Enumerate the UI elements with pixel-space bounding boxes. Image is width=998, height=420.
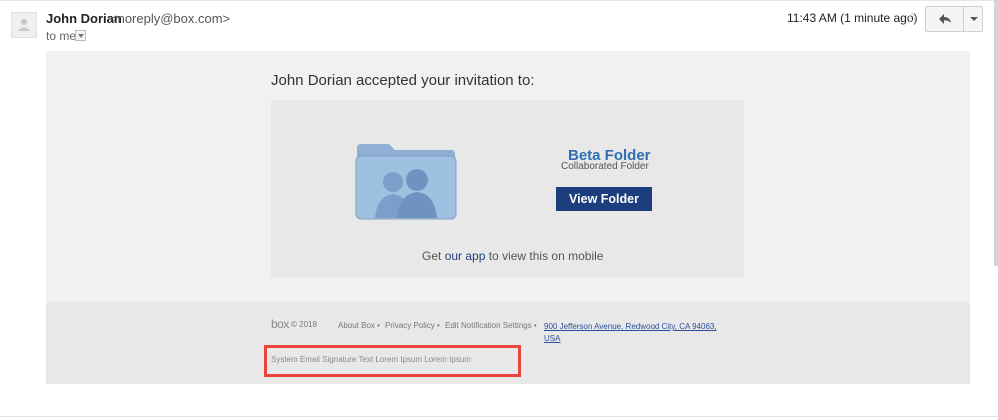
shared-folder-icon[interactable]	[355, 142, 457, 221]
reply-arrow-icon	[939, 14, 951, 24]
email-timestamp: 11:43 AM (1 minute ago)	[787, 11, 918, 25]
box-logo: box	[271, 317, 289, 331]
mobile-suffix: to view this on mobile	[485, 249, 604, 263]
company-address-link[interactable]: 900 Jefferson Avenue, Redwood City, CA 9…	[544, 321, 730, 345]
show-details-dropdown-icon[interactable]	[75, 30, 86, 41]
signature-highlight-box	[264, 345, 521, 377]
reply-button-group	[925, 6, 983, 32]
person-icon	[18, 19, 30, 31]
mobile-app-line: Get our app to view this on mobile	[422, 249, 603, 263]
bottom-divider	[0, 416, 998, 417]
recipient-label: to me	[46, 29, 77, 43]
edit-notification-settings-link[interactable]: Edit Notification Settings •	[445, 321, 537, 330]
folder-type-label: Collaborated Folder	[561, 161, 649, 172]
our-app-link[interactable]: our app	[445, 249, 486, 263]
mobile-prefix: Get	[422, 249, 445, 263]
reply-button[interactable]	[926, 7, 964, 31]
about-box-link[interactable]: About Box •	[338, 321, 380, 330]
scrollbar[interactable]	[994, 0, 998, 266]
more-options-button[interactable]	[964, 7, 982, 31]
avatar[interactable]	[11, 12, 37, 38]
top-divider	[0, 0, 998, 1]
invitation-headline: John Dorian accepted your invitation to:	[271, 72, 535, 89]
privacy-policy-link[interactable]: Privacy Policy •	[385, 321, 440, 330]
sender-email: <noreply@box.com>	[110, 11, 231, 26]
star-icon[interactable]: ☆	[905, 8, 919, 28]
copyright-text: © 2018	[291, 320, 317, 329]
view-folder-button[interactable]: View Folder	[556, 187, 652, 211]
